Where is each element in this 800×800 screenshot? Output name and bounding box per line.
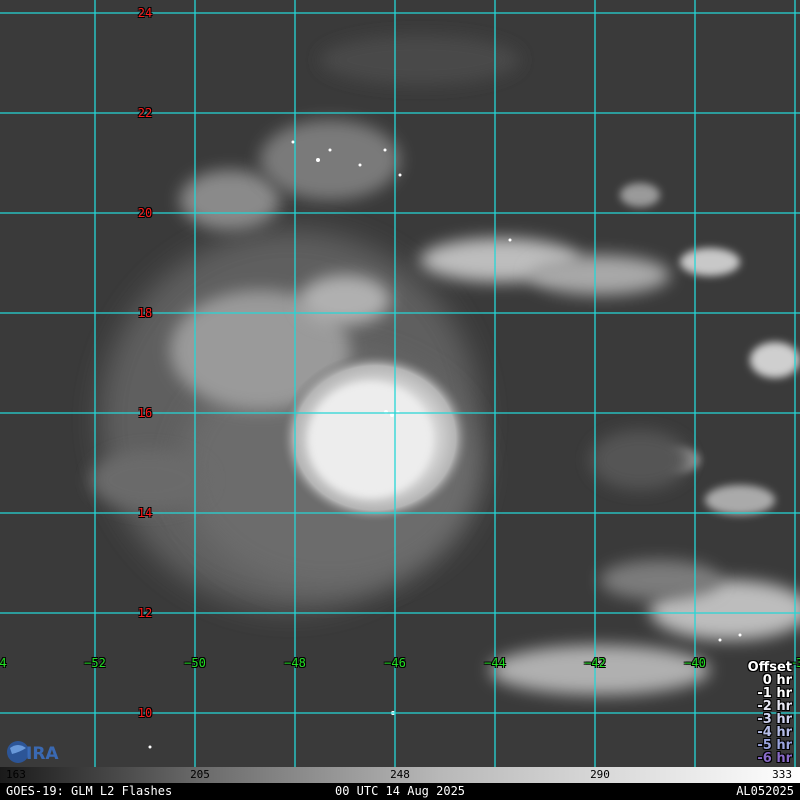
lon-label-40: −40 xyxy=(684,656,706,670)
lon-label-48: −48 xyxy=(284,656,306,670)
lat-label-22: 22 xyxy=(137,106,153,120)
lon-label-50: −50 xyxy=(184,656,206,670)
lat-label-24: 24 xyxy=(137,6,153,20)
colorbar-tick: 333 xyxy=(772,768,792,781)
lat-label-10: 10 xyxy=(137,706,153,720)
lat-label-18: 18 xyxy=(137,306,153,320)
offset-legend: Offset 0 hr -1 hr -2 hr -3 hr -4 hr -5 h… xyxy=(748,661,792,765)
satellite-product-label: GOES-19: GLM L2 Flashes xyxy=(6,784,173,798)
footer-bar: GOES-19: GLM L2 Flashes 00 UTC 14 Aug 20… xyxy=(0,783,800,800)
colorbar-tick: 163 xyxy=(6,768,26,781)
storm-core-bright xyxy=(308,382,432,498)
colorbar-tick: 205 xyxy=(190,768,210,781)
lat-label-12: 12 xyxy=(137,606,153,620)
cira-logo: IRA xyxy=(7,741,59,764)
timestamp-label: 00 UTC 14 Aug 2025 xyxy=(334,784,466,798)
colorbar-tick: 290 xyxy=(590,768,610,781)
lon-label-46: −46 xyxy=(384,656,406,670)
lon-label-edge-left: 4 xyxy=(0,656,7,670)
lon-label-52: −52 xyxy=(84,656,106,670)
satellite-frame: 24 22 20 18 16 14 12 10 4 −52 −50 −48 −4… xyxy=(0,0,800,800)
offset-legend-item: -6 hr xyxy=(757,751,792,766)
lat-label-14: 14 xyxy=(137,506,153,520)
storm-id-label: AL052025 xyxy=(736,784,794,798)
lat-label-20: 20 xyxy=(137,206,153,220)
svg-text:IRA: IRA xyxy=(26,744,59,764)
lat-label-16: 16 xyxy=(137,406,153,420)
lon-label-44: −44 xyxy=(484,656,506,670)
colorbar: 163 205 248 290 333 xyxy=(0,767,800,783)
lon-label-42: −42 xyxy=(584,656,606,670)
colorbar-tick: 248 xyxy=(390,768,410,781)
satellite-map xyxy=(0,0,800,767)
